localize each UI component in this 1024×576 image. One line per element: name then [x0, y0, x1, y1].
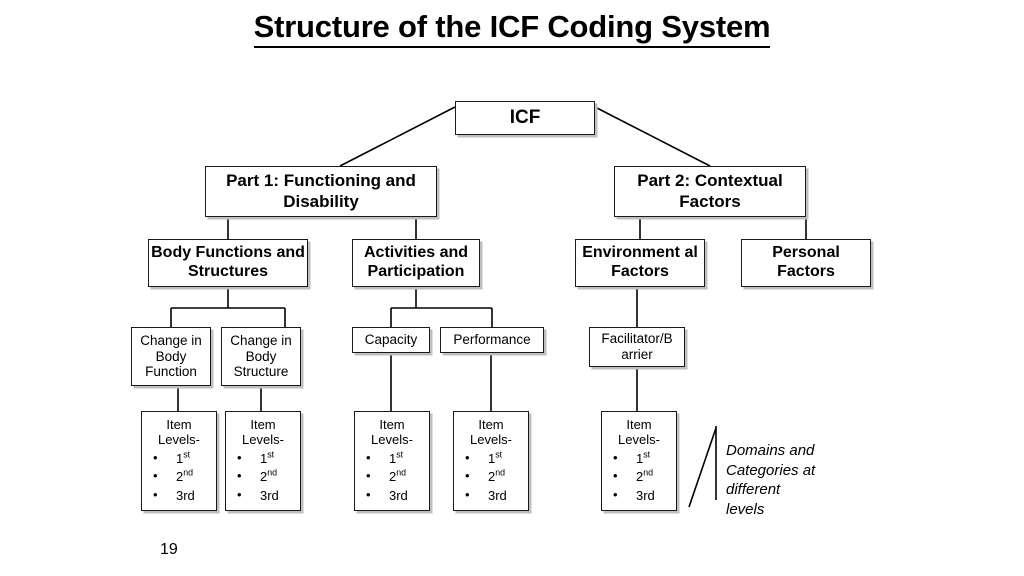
item-level-bullet-1: 1st [606, 449, 672, 468]
item-level-bullet-1: 1st [146, 449, 212, 468]
item-level-bullet-3: 3rd [230, 486, 296, 505]
item-level-ordinal-suffix: nd [267, 468, 278, 478]
node-facilitator-barrier[interactable]: Facilitator/B arrier [589, 327, 685, 367]
item-levels-heading-line-1: Item [478, 417, 504, 432]
item-levels-list: 1st2nd3rd [606, 449, 672, 505]
item-levels-heading-line-1: Item [166, 417, 192, 432]
node-change-function-label: Change in Body Function [140, 332, 202, 380]
item-level-bullet-1: 1st [230, 449, 296, 468]
item-level-ordinal-suffix: st [183, 449, 191, 460]
node-part-2[interactable]: Part 2: Contextual Factors [614, 166, 806, 217]
item-levels-list: 1st2nd3rd [359, 449, 425, 505]
page-title-text: Structure of the ICF Coding System [253, 9, 771, 49]
item-level-bullet-1: 1st [458, 449, 524, 468]
item-level-number: 3rd [389, 487, 408, 503]
node-change-in-body-function[interactable]: Change in Body Function [131, 327, 211, 386]
item-level-bullet-3: 3rd [146, 486, 212, 505]
item-level-number: 3rd [260, 487, 279, 503]
node-body-functions-and-structures[interactable]: Body Functions and Structures [148, 239, 308, 287]
item-levels-heading-line-2: Levels- [242, 431, 284, 447]
annotation-domains-and-categories: Domains and Categories at different leve… [726, 442, 816, 518]
item-level-bullet-1: 1st [359, 449, 425, 468]
item-level-ordinal-suffix: st [396, 449, 404, 460]
item-levels-list: 1st2nd3rd [458, 449, 524, 505]
slide-canvas: Structure of the ICF Coding System ICF P… [0, 0, 1024, 576]
node-icf-label: ICF [509, 106, 541, 128]
node-item-levels-performance[interactable]: Item Levels- 1st2nd3rd [453, 411, 529, 511]
node-environmental-label: Environment al Factors [582, 244, 698, 280]
item-level-bullet-2: 2nd [146, 467, 212, 486]
item-level-bullet-2: 2nd [230, 467, 296, 486]
node-change-in-body-structure[interactable]: Change in Body Structure [221, 327, 301, 386]
item-levels-heading: Item Levels- [230, 417, 296, 448]
node-capacity[interactable]: Capacity [352, 327, 430, 353]
item-levels-list: 1st2nd3rd [230, 449, 296, 505]
node-activities-label: Activities and Participation [363, 244, 469, 280]
item-level-bullet-2: 2nd [606, 467, 672, 486]
item-level-bullet-2: 2nd [359, 467, 425, 486]
node-performance-label: Performance [453, 332, 531, 348]
node-capacity-label: Capacity [364, 332, 418, 348]
item-level-number: 3rd [176, 487, 195, 503]
item-level-number: 3rd [636, 487, 655, 503]
item-levels-heading: Item Levels- [458, 417, 524, 448]
item-level-bullet-3: 3rd [359, 486, 425, 505]
node-item-levels-capacity[interactable]: Item Levels- 1st2nd3rd [354, 411, 430, 511]
item-levels-heading-line-2: Levels- [470, 431, 512, 447]
node-change-structure-label: Change in Body Structure [230, 332, 292, 380]
item-level-ordinal-suffix: st [643, 449, 651, 460]
page-title: Structure of the ICF Coding System [0, 9, 1024, 49]
item-levels-list: 1st2nd3rd [146, 449, 212, 505]
item-level-bullet-2: 2nd [458, 467, 524, 486]
node-performance[interactable]: Performance [440, 327, 544, 353]
item-level-ordinal-suffix: nd [183, 468, 194, 478]
node-environmental-factors[interactable]: Environment al Factors [575, 239, 705, 287]
item-levels-heading: Item Levels- [146, 417, 212, 448]
node-facilitator-label: Facilitator/B arrier [601, 331, 673, 362]
node-activities-and-participation[interactable]: Activities and Participation [352, 239, 480, 287]
item-level-ordinal-suffix: nd [643, 468, 654, 478]
item-levels-heading: Item Levels- [606, 417, 672, 448]
item-levels-heading-line-1: Item [379, 417, 405, 432]
item-levels-heading: Item Levels- [359, 417, 425, 448]
item-levels-heading-line-1: Item [626, 417, 652, 432]
page-number: 19 [160, 541, 178, 558]
item-levels-heading-line-2: Levels- [158, 431, 200, 447]
node-item-levels-facilitator[interactable]: Item Levels- 1st2nd3rd [601, 411, 677, 511]
item-levels-heading-line-1: Item [250, 417, 276, 432]
item-level-number: 3rd [488, 487, 507, 503]
item-levels-heading-line-2: Levels- [371, 431, 413, 447]
item-level-ordinal-suffix: nd [396, 468, 407, 478]
item-level-ordinal-suffix: st [495, 449, 503, 460]
node-body-functions-label: Body Functions and Structures [151, 244, 305, 280]
node-part-1[interactable]: Part 1: Functioning and Disability [205, 166, 437, 217]
node-personal-factors[interactable]: Personal Factors [741, 239, 871, 287]
node-part-1-label: Part 1: Functioning and Disability [226, 171, 416, 211]
item-level-ordinal-suffix: nd [495, 468, 506, 478]
item-level-bullet-3: 3rd [458, 486, 524, 505]
node-item-levels-change-function[interactable]: Item Levels- 1st2nd3rd [141, 411, 217, 511]
item-level-ordinal-suffix: st [267, 449, 275, 460]
node-part-2-label: Part 2: Contextual Factors [637, 171, 783, 211]
item-levels-heading-line-2: Levels- [618, 431, 660, 447]
item-level-bullet-3: 3rd [606, 486, 672, 505]
node-item-levels-change-structure[interactable]: Item Levels- 1st2nd3rd [225, 411, 301, 511]
node-personal-label: Personal Factors [772, 244, 840, 280]
node-icf[interactable]: ICF [455, 101, 595, 135]
